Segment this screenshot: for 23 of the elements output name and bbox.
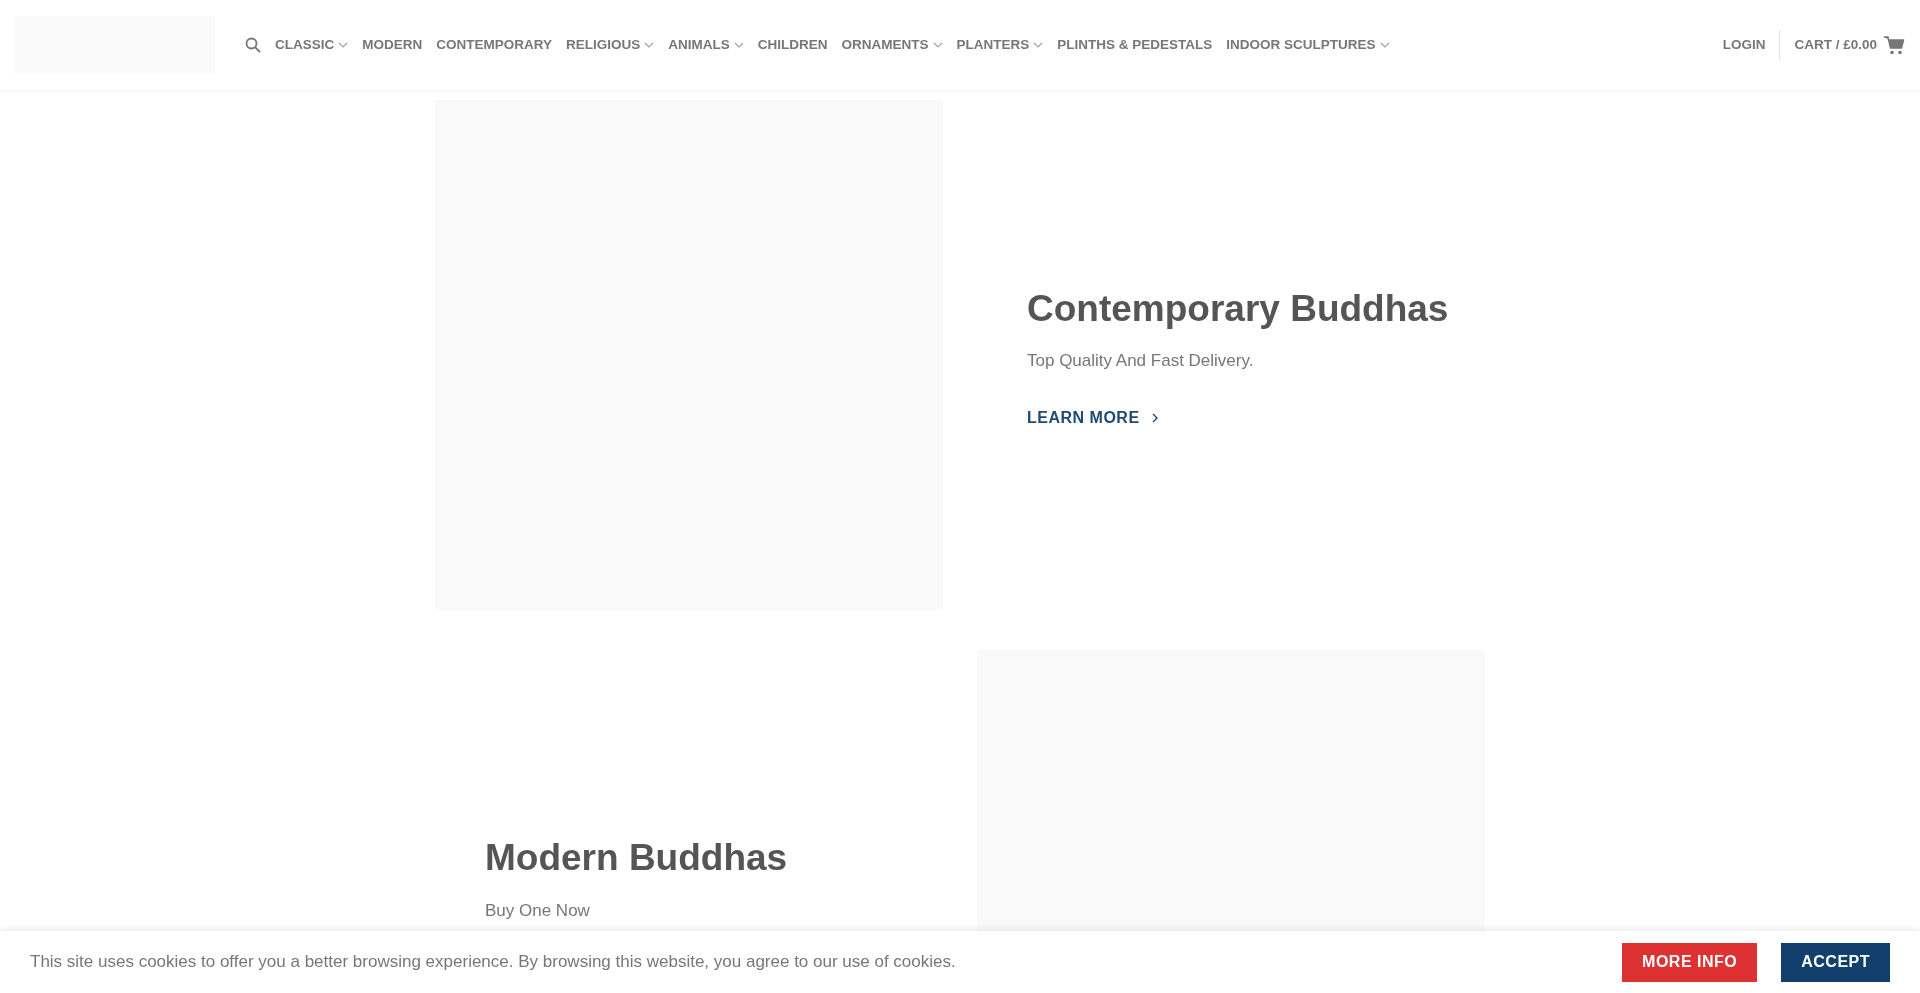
- section-title: Contemporary Buddhas: [1027, 286, 1450, 331]
- learn-more-link[interactable]: LEARN MORE: [1027, 405, 1485, 430]
- search-icon[interactable]: [245, 37, 261, 53]
- nav-link[interactable]: CLASSIC: [275, 34, 349, 56]
- nav-link[interactable]: CONTEMPORARY: [436, 34, 553, 56]
- more-info-button[interactable]: MORE INFO: [1622, 942, 1758, 982]
- login-link[interactable]: LOGIN: [1722, 30, 1781, 60]
- section-text: Buy One Now: [485, 899, 591, 922]
- section-title: Modern Buddhas: [485, 836, 789, 880]
- nav-link[interactable]: RELIGIOUS: [566, 34, 655, 56]
- section-text: Top Quality And Fast Delivery.: [1027, 350, 1255, 372]
- nav-link[interactable]: ANIMALS: [668, 34, 744, 56]
- nav-link[interactable]: PLANTERS: [956, 34, 1044, 56]
- nav-link[interactable]: ORNAMENTS: [841, 34, 943, 56]
- nav-link[interactable]: MODERN: [362, 34, 423, 56]
- accept-button[interactable]: ACCEPT: [1781, 942, 1890, 982]
- nav-link[interactable]: PLINTHS & PEDESTALS: [1057, 34, 1213, 56]
- nav-link[interactable]: INDOOR SCULPTURES: [1226, 34, 1390, 56]
- cart-icon[interactable]: [1883, 34, 1905, 56]
- cookie-message: This site uses cookies to offer you a better browsing experience. By browsing this website, you agree to our use of cookies.: [30, 951, 956, 974]
- chevron-right-icon: [1151, 412, 1158, 423]
- cart-link[interactable]: CART / £0.00: [1780, 34, 1877, 56]
- nav-link[interactable]: CHILDREN: [757, 34, 828, 56]
